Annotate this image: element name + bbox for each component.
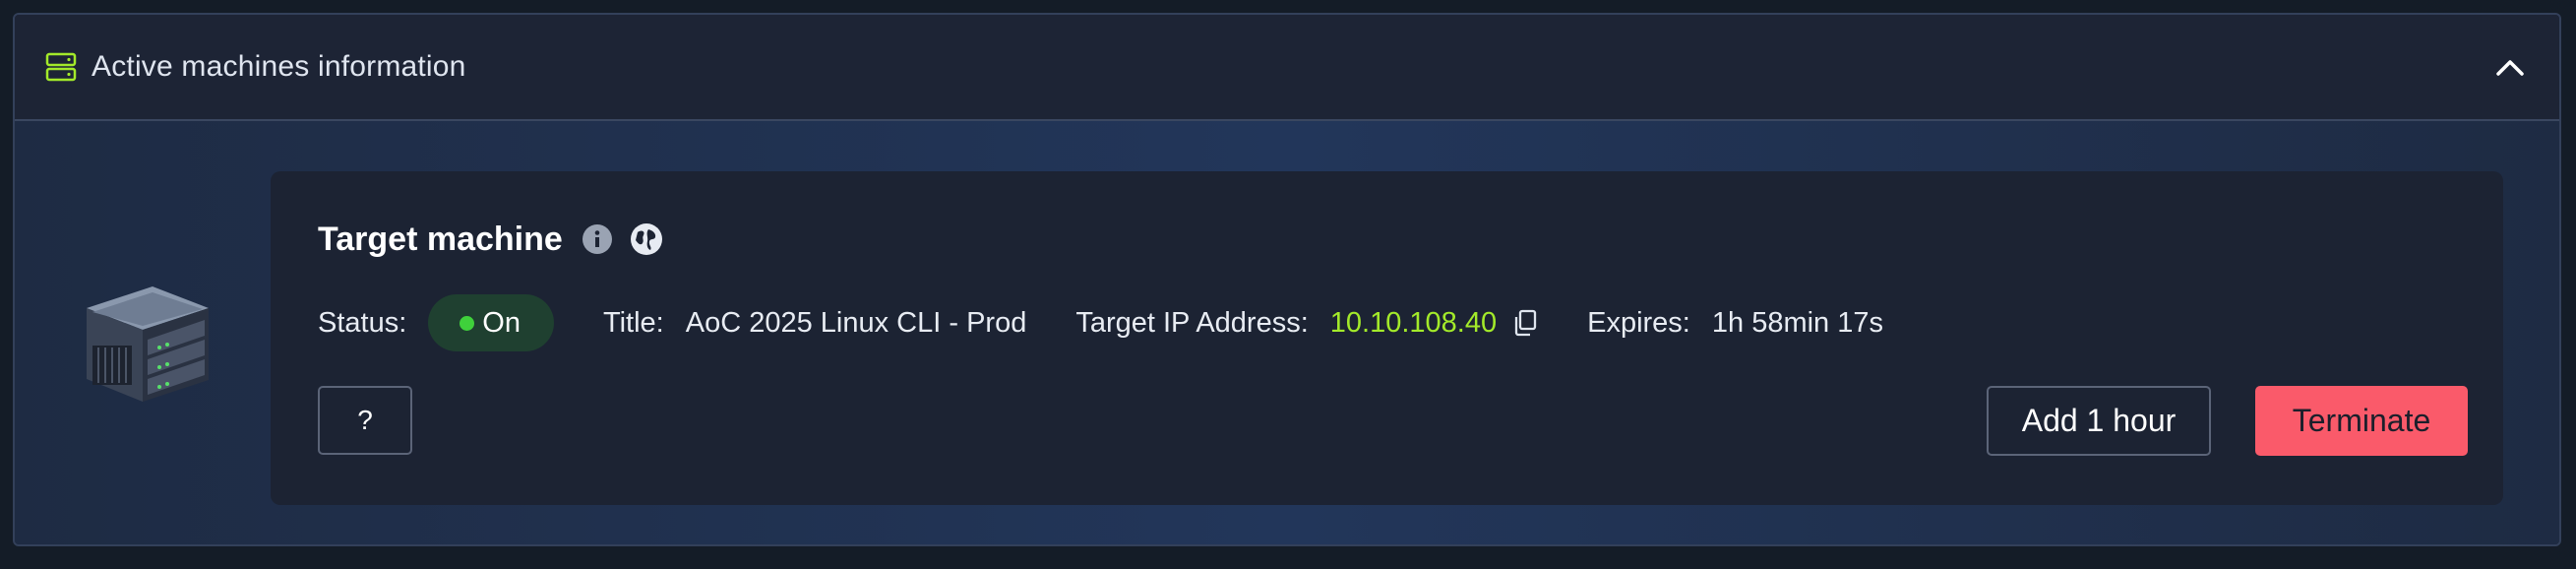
active-machines-panel: Active machines information Target machi…: [13, 13, 2561, 546]
panel-header[interactable]: Active machines information: [15, 15, 2559, 121]
panel-title: Active machines information: [92, 50, 466, 83]
status-badge: On: [428, 294, 554, 351]
add-hour-button[interactable]: Add 1 hour: [1987, 386, 2211, 456]
info-icon[interactable]: [582, 223, 613, 255]
ip-value[interactable]: 10.10.108.40: [1330, 307, 1497, 340]
status-dot: [460, 315, 475, 331]
status-value: On: [482, 306, 521, 339]
title-label: Title:: [602, 306, 664, 339]
status-label: Status:: [318, 306, 407, 339]
help-button[interactable]: ?: [318, 386, 412, 455]
globe-icon[interactable]: [629, 221, 664, 257]
chevron-up-icon[interactable]: [2490, 48, 2530, 88]
card-title: Target machine: [318, 221, 563, 258]
panel-body: Target machine Status: On Title: AoC 202…: [15, 121, 2559, 544]
expires-label: Expires:: [1587, 306, 1690, 339]
server-machine-image: [87, 286, 209, 402]
terminate-button[interactable]: Terminate: [2255, 386, 2468, 456]
ip-label: Target IP Address:: [1075, 306, 1309, 339]
server-stack-icon: [45, 52, 77, 82]
copy-icon[interactable]: [1512, 309, 1538, 337]
target-machine-card: Target machine Status: On Title: AoC 202…: [271, 171, 2503, 505]
expires-value: 1h 58min 17s: [1711, 306, 1883, 339]
title-value: AoC 2025 Linux CLI - Prod: [685, 306, 1027, 339]
machine-details-row: Status: On Title: AoC 2025 Linux CLI - P…: [318, 293, 1883, 352]
